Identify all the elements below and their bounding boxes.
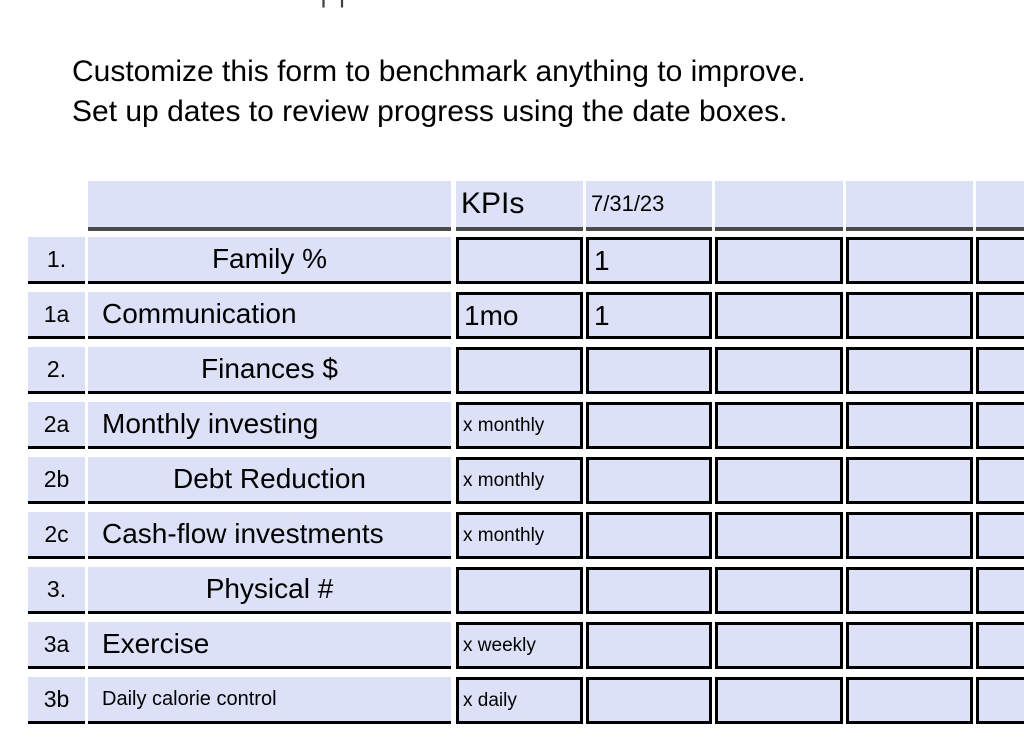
row-number-cell-3: 2a — [28, 402, 85, 449]
row-date2-cell-0[interactable] — [715, 237, 843, 284]
row-date2-cell-3[interactable] — [715, 402, 843, 449]
row-date1-cell-6[interactable] — [586, 567, 712, 614]
row-date4-cell-1[interactable] — [976, 292, 1024, 339]
row-date3-cell-6[interactable] — [846, 567, 973, 614]
row-label-cell-2: Finances $ — [88, 347, 451, 394]
table-row: 2a Monthly investing x monthly — [0, 400, 1024, 455]
header-cell-kpis: KPIs — [456, 181, 583, 231]
header-cell-date-3[interactable] — [846, 181, 973, 231]
row-date2-cell-5[interactable] — [715, 512, 843, 559]
row-date3-cell-3[interactable] — [846, 402, 973, 449]
row-label-cell-0: Family % — [88, 237, 451, 284]
row-label-cell-4: Debt Reduction — [88, 457, 451, 504]
table-row: 1a Communication 1mo 1 — [0, 290, 1024, 345]
row-date1-cell-4[interactable] — [586, 457, 712, 504]
row-date1-cell-8[interactable] — [586, 677, 712, 724]
table-row: 2. Finances $ — [0, 345, 1024, 400]
header-cell-date-1[interactable]: 7/31/23 — [586, 181, 712, 231]
intro-line-1: Customize this form to benchmark anythin… — [72, 55, 806, 88]
row-kpi-cell-8[interactable]: x daily — [456, 677, 583, 724]
row-label-cell-8: Daily calorie control — [88, 677, 451, 724]
row-date3-cell-1[interactable] — [846, 292, 973, 339]
clipped-top-text: | | — [0, 0, 1024, 8]
row-number-cell-7: 3a — [28, 622, 85, 669]
intro-paragraph: Customize this form to benchmark anythin… — [72, 52, 1024, 132]
row-date3-cell-8[interactable] — [846, 677, 973, 724]
intro-line-2: Set up dates to review progress using th… — [72, 95, 788, 128]
row-number-cell-2: 2. — [28, 347, 85, 394]
table-row: 3. Physical # — [0, 565, 1024, 620]
row-date2-cell-8[interactable] — [715, 677, 843, 724]
header-cell-label — [88, 181, 451, 231]
row-date4-cell-4[interactable] — [976, 457, 1024, 504]
row-date1-cell-2[interactable] — [586, 347, 712, 394]
row-kpi-cell-5[interactable]: x monthly — [456, 512, 583, 559]
row-date2-cell-1[interactable] — [715, 292, 843, 339]
row-date4-cell-8[interactable] — [976, 677, 1024, 724]
row-date2-cell-6[interactable] — [715, 567, 843, 614]
row-kpi-cell-6[interactable] — [456, 567, 583, 614]
row-label-cell-1: Communication — [88, 292, 451, 339]
benchmark-table: KPIs 7/31/23 1. Family % 1 1a Communication 1… — [0, 178, 1024, 730]
row-date1-cell-3[interactable] — [586, 402, 712, 449]
row-number-cell-5: 2c — [28, 512, 85, 559]
row-kpi-cell-7[interactable]: x weekly — [456, 622, 583, 669]
table-row: 1. Family % 1 — [0, 235, 1024, 290]
row-date3-cell-5[interactable] — [846, 512, 973, 559]
row-date4-cell-2[interactable] — [976, 347, 1024, 394]
row-date4-cell-5[interactable] — [976, 512, 1024, 559]
row-date3-cell-2[interactable] — [846, 347, 973, 394]
row-label-cell-6: Physical # — [88, 567, 451, 614]
row-number-cell-4: 2b — [28, 457, 85, 504]
header-cell-date-2[interactable] — [715, 181, 843, 231]
row-date4-cell-3[interactable] — [976, 402, 1024, 449]
row-date2-cell-7[interactable] — [715, 622, 843, 669]
table-row: 2c Cash-flow investments x monthly — [0, 510, 1024, 565]
row-date3-cell-7[interactable] — [846, 622, 973, 669]
row-number-cell-1: 1a — [28, 292, 85, 339]
header-cell-date-4[interactable] — [976, 181, 1024, 231]
row-date1-cell-5[interactable] — [586, 512, 712, 559]
row-date3-cell-4[interactable] — [846, 457, 973, 504]
row-date4-cell-6[interactable] — [976, 567, 1024, 614]
table-row: 2b Debt Reduction x monthly — [0, 455, 1024, 510]
row-date3-cell-0[interactable] — [846, 237, 973, 284]
row-kpi-cell-4[interactable]: x monthly — [456, 457, 583, 504]
row-date1-cell-0[interactable]: 1 — [586, 237, 712, 284]
table-header-row: KPIs 7/31/23 — [0, 178, 1024, 235]
row-date1-cell-1[interactable]: 1 — [586, 292, 712, 339]
row-number-cell-0: 1. — [28, 237, 85, 284]
row-date4-cell-0[interactable] — [976, 237, 1024, 284]
row-date4-cell-7[interactable] — [976, 622, 1024, 669]
clipped-top-text-label: | | — [320, 0, 348, 8]
row-label-cell-5: Cash-flow investments — [88, 512, 451, 559]
table-row: 3a Exercise x weekly — [0, 620, 1024, 675]
row-date2-cell-2[interactable] — [715, 347, 843, 394]
table-body: 1. Family % 1 1a Communication 1mo 1 2. Finances… — [0, 235, 1024, 730]
row-kpi-cell-1[interactable]: 1mo — [456, 292, 583, 339]
row-label-cell-7: Exercise — [88, 622, 451, 669]
row-number-cell-8: 3b — [28, 677, 85, 724]
row-label-cell-3: Monthly investing — [88, 402, 451, 449]
row-kpi-cell-0[interactable] — [456, 237, 583, 284]
row-date2-cell-4[interactable] — [715, 457, 843, 504]
table-row: 3b Daily calorie control x daily — [0, 675, 1024, 730]
row-kpi-cell-3[interactable]: x monthly — [456, 402, 583, 449]
row-date1-cell-7[interactable] — [586, 622, 712, 669]
row-kpi-cell-2[interactable] — [456, 347, 583, 394]
row-number-cell-6: 3. — [28, 567, 85, 614]
